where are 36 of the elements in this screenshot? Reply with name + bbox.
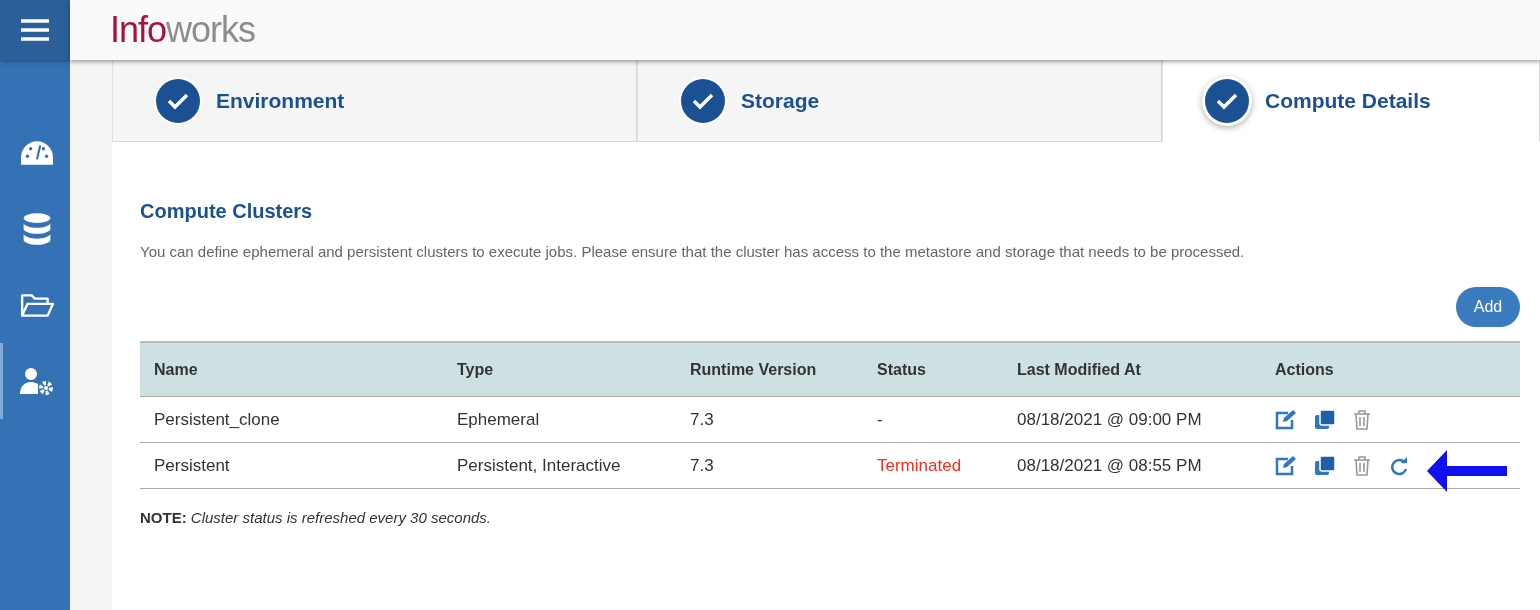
- edit-icon[interactable]: [1275, 455, 1297, 476]
- copy-icon[interactable]: [1315, 409, 1335, 430]
- edit-icon[interactable]: [1275, 409, 1297, 430]
- column-header: Type: [457, 360, 495, 379]
- step-tab[interactable]: Compute Details: [1162, 60, 1540, 142]
- refresh-icon[interactable]: [1389, 455, 1409, 476]
- add-button[interactable]: Add: [1456, 287, 1520, 327]
- menu-button[interactable]: [0, 0, 70, 60]
- step-tab[interactable]: Storage: [637, 60, 1162, 142]
- column-header: Last Modified At: [1017, 360, 1142, 379]
- table-cell-text: 7.3: [690, 455, 715, 476]
- table-cell-text: 08/18/2021 @ 09:00 PM: [1017, 409, 1203, 430]
- status-cell-text: -: [877, 409, 884, 430]
- menu-icon: [21, 19, 49, 41]
- table-cell-text: Persistent: [154, 455, 231, 476]
- trash-icon[interactable]: [1353, 455, 1371, 476]
- copy-icon[interactable]: [1315, 455, 1335, 476]
- column-header: Actions: [1275, 360, 1335, 379]
- status-cell-text: Terminated: [877, 455, 963, 476]
- step-tab[interactable]: Environment: [112, 60, 637, 142]
- logo: Infoworks: [110, 9, 256, 51]
- check-icon: [681, 78, 725, 123]
- column-header: Status: [877, 360, 927, 379]
- check-icon: [1205, 78, 1249, 123]
- table-cell-text: 08/18/2021 @ 08:55 PM: [1017, 455, 1203, 476]
- check-icon: [156, 78, 200, 123]
- table-cell-text: 7.3: [690, 409, 715, 430]
- note-text: NOTE: Cluster status is refreshed every 30 seconds.: [140, 509, 492, 526]
- table-cell-text: Persistent, Interactive: [457, 455, 622, 476]
- section-description: You can define ephemeral and persistent clusters to execute jobs. Please ensure that the cluster has access to the metastore and storage that needs to be processed.: [140, 243, 1246, 260]
- table-cell-text: Ephemeral: [457, 409, 541, 430]
- section-title: Compute Clusters: [140, 200, 314, 223]
- column-header: Name: [154, 360, 199, 379]
- column-header: Runtime Version: [690, 360, 818, 379]
- table-cell-text: Persistent_clone: [154, 409, 281, 430]
- trash-icon[interactable]: [1353, 409, 1371, 430]
